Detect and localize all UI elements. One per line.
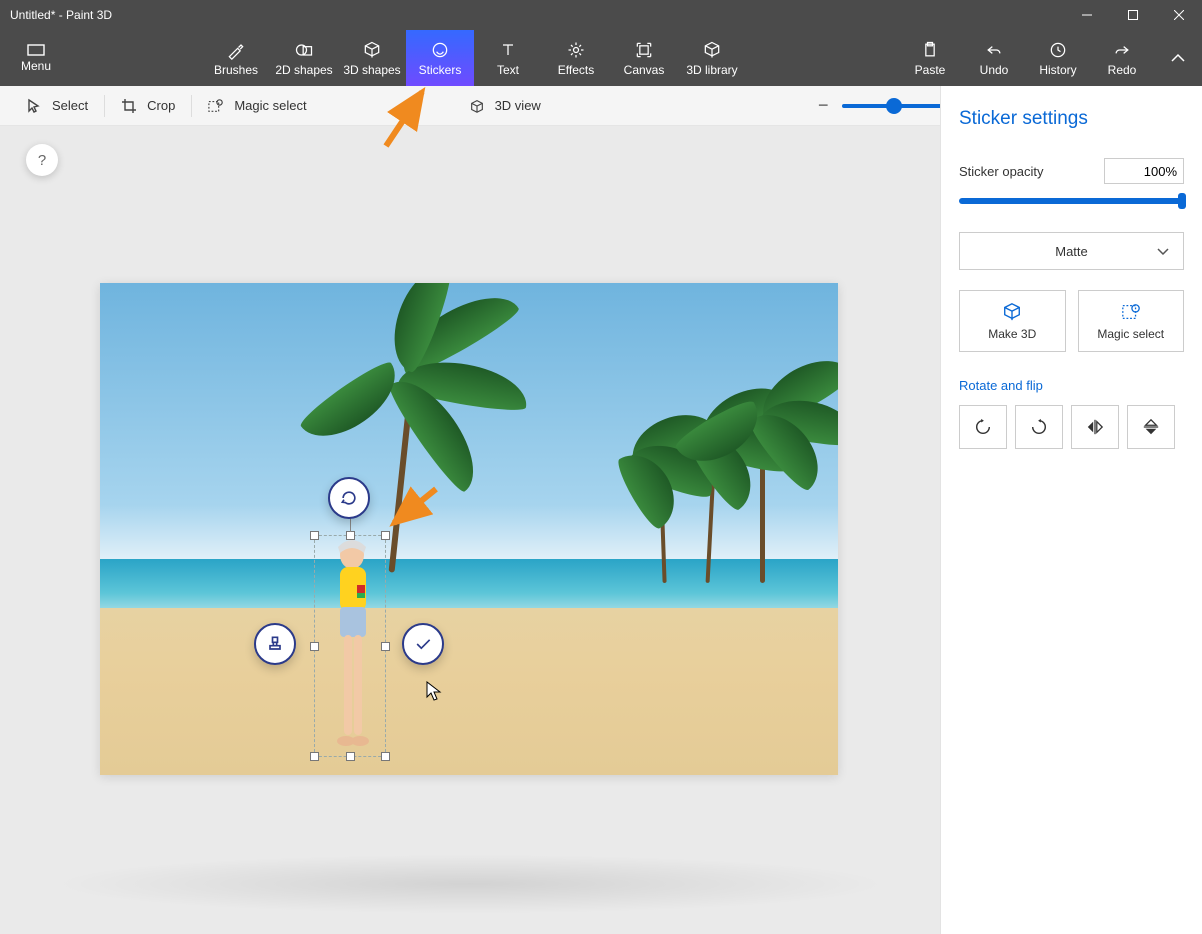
- cursor-icon: [26, 98, 42, 114]
- make-3d-button[interactable]: Make 3D: [959, 290, 1066, 352]
- undo-button[interactable]: Undo: [962, 30, 1026, 86]
- rotate-left-button[interactable]: [959, 405, 1007, 449]
- menu-label: Menu: [21, 59, 51, 73]
- opacity-label: Sticker opacity: [959, 164, 1044, 179]
- magic-select-icon: [208, 98, 224, 114]
- titlebar: Untitled* - Paint 3D: [0, 0, 1202, 30]
- resize-handle[interactable]: [310, 752, 319, 761]
- 3d-view-toggle[interactable]: 3D view: [469, 98, 541, 114]
- zoom-thumb[interactable]: [886, 98, 902, 114]
- selection-box[interactable]: [314, 535, 386, 757]
- magic-select-button[interactable]: Magic select: [1078, 290, 1185, 352]
- minimize-button[interactable]: [1064, 0, 1110, 30]
- flip-horizontal-button[interactable]: [1071, 405, 1119, 449]
- resize-handle[interactable]: [346, 752, 355, 761]
- resize-handle[interactable]: [381, 642, 390, 651]
- resize-handle[interactable]: [346, 531, 355, 540]
- zoom-out-button[interactable]: −: [818, 95, 829, 116]
- commit-button[interactable]: [402, 623, 444, 665]
- panel-title: Sticker settings: [959, 108, 1184, 130]
- annotation-arrow-selection: [386, 483, 446, 533]
- help-button[interactable]: ?: [26, 144, 58, 176]
- canvas[interactable]: [100, 283, 838, 775]
- chevron-down-icon: [1157, 244, 1169, 259]
- close-button[interactable]: [1156, 0, 1202, 30]
- resize-handle[interactable]: [310, 642, 319, 651]
- tab-stickers[interactable]: Stickers: [406, 30, 474, 86]
- tab-3d-shapes[interactable]: 3D shapes: [338, 30, 406, 86]
- tab-text[interactable]: Text: [474, 30, 542, 86]
- collapse-ribbon-button[interactable]: [1154, 30, 1202, 86]
- maximize-button[interactable]: [1110, 0, 1156, 30]
- finish-dropdown[interactable]: Matte: [959, 232, 1184, 270]
- select-tool[interactable]: Select: [14, 86, 100, 125]
- crop-icon: [121, 98, 137, 114]
- resize-handle[interactable]: [381, 752, 390, 761]
- stamp-button[interactable]: [254, 623, 296, 665]
- rotate-flip-label: Rotate and flip: [959, 378, 1184, 393]
- tab-canvas[interactable]: Canvas: [610, 30, 678, 86]
- ribbon: Menu Brushes 2D shapes 3D shapes Sticker…: [0, 30, 1202, 86]
- opacity-slider[interactable]: [959, 198, 1184, 204]
- tab-3d-library[interactable]: 3D library: [678, 30, 746, 86]
- magic-select-tool[interactable]: Magic select: [196, 86, 318, 125]
- menu-button[interactable]: Menu: [0, 30, 72, 86]
- resize-handle[interactable]: [310, 531, 319, 540]
- opacity-input[interactable]: [1104, 158, 1184, 184]
- sticker-settings-panel: Sticker settings Sticker opacity Matte M…: [940, 86, 1202, 934]
- cube-outline-icon: [469, 98, 485, 114]
- rotate-handle[interactable]: [328, 477, 370, 519]
- crop-tool[interactable]: Crop: [109, 86, 187, 125]
- redo-button[interactable]: Redo: [1090, 30, 1154, 86]
- tab-brushes[interactable]: Brushes: [202, 30, 270, 86]
- flip-vertical-button[interactable]: [1127, 405, 1175, 449]
- canvas-workarea[interactable]: ?: [0, 126, 940, 934]
- paste-button[interactable]: Paste: [898, 30, 962, 86]
- tab-2d-shapes[interactable]: 2D shapes: [270, 30, 338, 86]
- tab-effects[interactable]: Effects: [542, 30, 610, 86]
- opacity-thumb[interactable]: [1178, 193, 1186, 209]
- annotation-arrow-stickers: [378, 84, 438, 154]
- history-button[interactable]: History: [1026, 30, 1090, 86]
- window-title: Untitled* - Paint 3D: [10, 8, 112, 22]
- rotate-right-button[interactable]: [1015, 405, 1063, 449]
